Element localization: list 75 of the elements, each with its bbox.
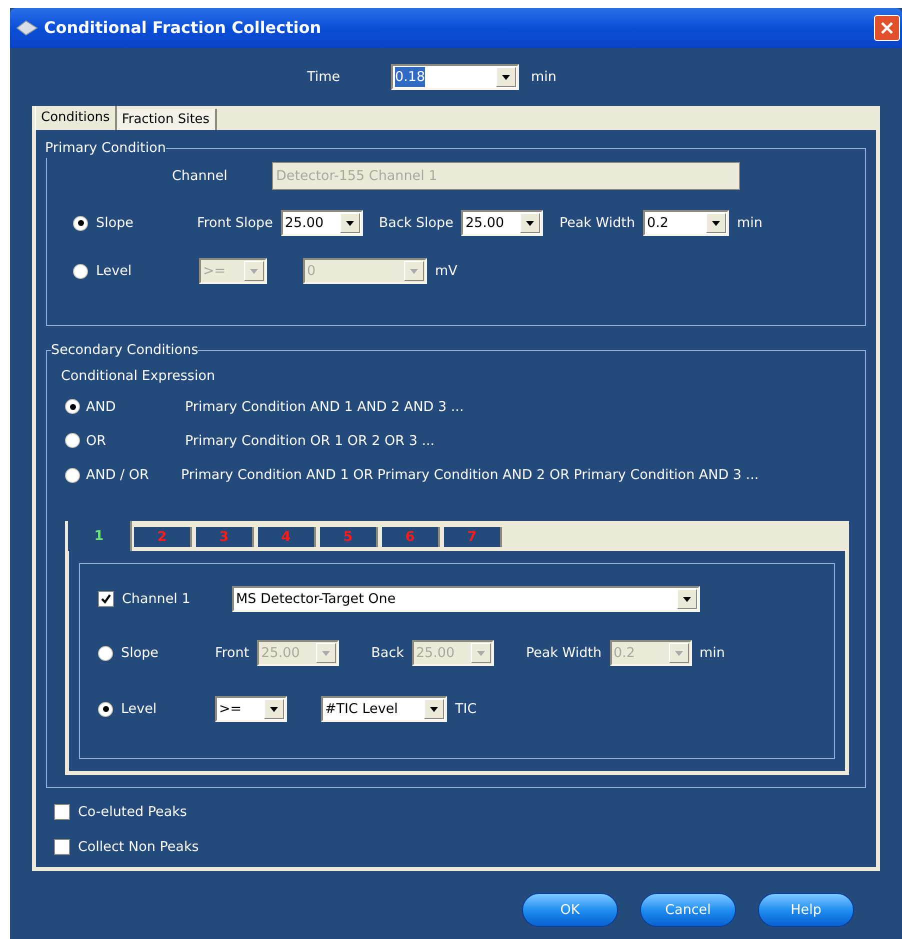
unit-label: min [737,214,762,234]
radio-button[interactable] [65,433,80,448]
group-title: Primary Condition [45,140,166,156]
dropdown-value: >= [219,700,242,720]
app-icon [16,20,38,36]
dropdown-value: 0 [307,262,316,282]
dropdown-value: 0.2 [614,644,635,664]
dropdown-value: 25.00 [284,214,324,234]
expression-description: Primary Condition OR 1 OR 2 OR 3 ... [185,432,435,451]
dialog-button[interactable]: Cancel [640,892,736,927]
radio-button[interactable] [65,399,80,414]
dropdown-value: 0.18 [395,66,426,88]
unit-label: mV [435,262,458,282]
unit-label: TIC [455,700,477,720]
dialog-button[interactable]: OK [522,892,618,927]
channel-tab[interactable]: 2 [134,527,192,548]
dropdown-value: #TIC Level [325,700,398,720]
unit-label: min [700,644,725,664]
dropdown-value: 25.00 [465,214,504,234]
dropdown-value: 25.00 [261,644,300,664]
radio-label: Slope [121,644,158,664]
field-label: Peak Width [559,214,636,234]
expression-description: Primary Condition AND 1 OR Primary Condition AND 2 OR Primary Condition AND 3 ... [181,466,759,485]
dropdown-value: 25.00 [416,644,455,664]
dropdown[interactable]: >= [215,696,287,722]
close-icon [880,21,894,35]
expression-description: Primary Condition AND 1 AND 2 AND 3 ... [185,398,464,416]
dropdown[interactable]: 0.18 [391,64,519,90]
dropdown[interactable]: MS Detector-Target One [232,586,700,612]
channel-label: Channel [172,167,228,186]
radio-label: AND [86,398,116,416]
channel-tab[interactable]: 1 [68,521,132,552]
radio-label: Slope [96,214,134,234]
channel-tab[interactable]: 7 [444,527,502,548]
dropdown[interactable]: 25.00 [280,210,363,236]
dropdown[interactable]: 0.2 [643,210,730,236]
checkbox-label: Collect Non Peaks [78,838,199,856]
radio-button[interactable] [98,646,113,661]
checkbox[interactable] [54,804,70,820]
field-label: Peak Width [526,644,602,664]
group-title: Secondary Conditions [51,342,198,358]
radio-button[interactable] [73,264,88,279]
time-label: Time [307,68,342,87]
field-label: Front Slope [197,214,273,234]
dropdown-value: MS Detector-Target One [236,590,396,610]
channel-tab[interactable]: 6 [382,527,440,548]
dropdown-value: 0.2 [647,214,668,234]
radio-button[interactable] [65,468,80,483]
checkbox[interactable] [98,591,114,608]
tab[interactable]: Fraction Sites [116,109,217,130]
radio-label: AND / OR [86,466,149,485]
channel-tab[interactable]: 4 [258,527,316,548]
field-label: Back Slope [378,214,454,234]
window-title: Conditional Fraction Collection [44,17,322,39]
field-label: Back [371,644,404,664]
channel-field[interactable]: Detector-155 Channel 1 [272,162,740,190]
radio-label: Level [96,262,132,282]
channel-tab[interactable]: 3 [196,527,254,548]
radio-button[interactable] [98,702,113,717]
expression-label: Conditional Expression [61,367,216,386]
checkbox-label: Co-eluted Peaks [78,803,187,822]
checkbox-label: Channel 1 [122,590,190,610]
checkbox[interactable] [54,838,70,855]
dialog-button[interactable]: Help [758,892,854,927]
radio-label: OR [86,432,106,451]
time-unit: min [531,68,556,87]
radio-button[interactable] [73,216,88,231]
close-button[interactable] [874,15,900,41]
radio-label: Level [121,700,157,720]
channel-tab[interactable]: 5 [320,527,378,548]
field-label: Front [215,644,250,664]
tab[interactable]: Conditions [35,106,117,130]
dropdown[interactable]: #TIC Level [321,696,447,722]
dropdown-value: >= [203,262,226,282]
dropdown[interactable]: 25.00 [461,210,544,236]
